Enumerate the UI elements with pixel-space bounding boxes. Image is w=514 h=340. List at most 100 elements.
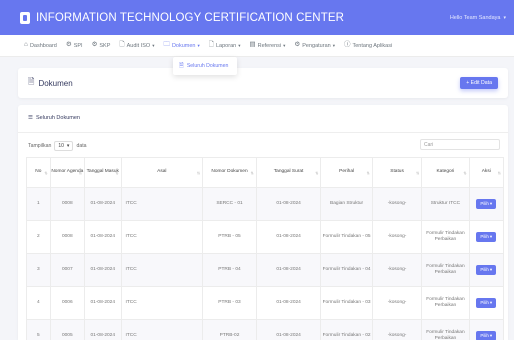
column-header[interactable]: Nomor Agenda ⇅ (49, 157, 86, 188)
cell-kategori: Formulir Tindakan Perbaikan (421, 286, 470, 320)
sort-icon: ⇅ (497, 169, 501, 175)
nav-item-label: SKP (99, 42, 111, 49)
column-header[interactable]: Status ⇅ (371, 157, 423, 188)
column-header[interactable]: Tanggal Surat ⇅ (255, 157, 322, 188)
gear-icon: ⚙ (91, 41, 98, 49)
page-header-card: 🗎 Dokumen + Edit Data (18, 68, 508, 98)
add-data-button[interactable]: + Edit Data (460, 77, 498, 89)
dokumen-dropdown-menu[interactable]: 🗎 Seluruh Dokumen (173, 57, 237, 75)
page-length-control: Tampilkan 10 ▾ data (28, 141, 87, 151)
chevron-down-icon: ▾ (489, 266, 493, 272)
cell-aksi: Pilih ▾ (468, 253, 505, 287)
column-header[interactable]: Nomor Dokumen ⇅ (202, 157, 257, 188)
action-button[interactable]: Pilih ▾ (476, 231, 497, 243)
action-button-label: Pilih (480, 233, 489, 239)
user-greeting: Hello Team Sandaya (449, 14, 501, 21)
cell-dokumen: PTRB - 05 (202, 220, 257, 254)
table-row: 1 0008 01-08-2024 ITCC SERCC - 01 01-08-2024 B… (26, 187, 505, 221)
cell-asal: ITCC (120, 286, 204, 320)
nav-item-skp[interactable]: ⚙ SKP (92, 42, 111, 49)
documents-table: No ⇅ Nomor Agenda ⇅ Tanggal Masuk ⇅ Asal ⇅ Nomor… (26, 157, 505, 340)
chevron-down-icon: ▾ (197, 42, 200, 48)
sort-icon: ⇅ (415, 169, 420, 175)
column-header[interactable]: No ⇅ (26, 157, 51, 188)
cell-no: 1 (26, 187, 51, 221)
action-button[interactable]: Pilih ▾ (476, 198, 497, 210)
table-header-row: No ⇅ Nomor Agenda ⇅ Tanggal Masuk ⇅ Asal ⇅ Nomor… (26, 157, 505, 188)
sort-icon: ⇅ (196, 169, 201, 175)
nav-item-label: Dokumen (171, 42, 196, 49)
app-title: INFORMATION TECHNOLOGY CERTIFICATION CEN… (36, 11, 345, 24)
cell-surat: 01-08-2024 (255, 187, 322, 221)
show-label: Tampilkan (28, 143, 52, 149)
cell-no: 3 (26, 253, 51, 287)
column-header-label: Tanggal Masuk (86, 169, 119, 175)
folder-icon: 🗀 (163, 41, 170, 49)
column-header[interactable]: Perihal ⇅ (320, 157, 373, 188)
nav-item-spi[interactable]: ⚙ SPI (66, 42, 83, 49)
cell-aksi: Pilih ▾ (468, 286, 505, 320)
sort-icon: ⇅ (314, 169, 319, 175)
nav-item-label: Dashboard (29, 42, 57, 49)
page-title: Dokumen (38, 78, 73, 88)
divider (18, 132, 508, 133)
app-logo-icon (20, 11, 30, 24)
cell-masuk: 01-08-2024 (84, 286, 122, 320)
main-nav: ⌂ Dashboard ⚙ SPI ⚙ SKP 🗋 Audit ISO ▾ 🗀 Dokumen ▾ 🗋 L… (0, 35, 514, 57)
cell-kategori: Formulir Tindakan Perbaikan (421, 253, 470, 287)
nav-item-label: Audit ISO (126, 42, 151, 49)
cell-masuk: 01-08-2024 (84, 253, 122, 287)
dropdown-item-seluruh-dokumen[interactable]: Seluruh Dokumen (187, 63, 229, 69)
cell-kategori: Struktur ITCC (421, 187, 470, 221)
chevron-down-icon: ▾ (283, 42, 286, 48)
documents-card: ☰ Seluruh Dokumen Tampilkan 10 ▾ data Ca… (18, 105, 508, 340)
nav-item-audit-iso[interactable]: 🗋 Audit ISO ▾ (119, 42, 154, 49)
info-icon: ⓘ (343, 41, 351, 49)
nav-item-label: Pengaturan (302, 42, 331, 49)
search-input[interactable]: Cari (420, 139, 500, 150)
cell-no: 4 (26, 286, 51, 320)
cell-agenda: 0008 (49, 187, 86, 221)
nav-item-tentang-aplikasi[interactable]: ⓘ Tentang Aplikasi (344, 42, 392, 49)
nav-item-dokumen[interactable]: 🗀 Dokumen ▾ (163, 42, 199, 49)
user-menu[interactable]: Hello Team Sandaya ▾ (450, 15, 506, 21)
action-button-label: Pilih (480, 332, 489, 338)
nav-item-label: Laporan (216, 42, 237, 49)
action-button[interactable]: Pilih ▾ (476, 297, 497, 309)
cell-masuk: 01-08-2024 (84, 319, 122, 340)
column-header[interactable]: Tanggal Masuk ⇅ (84, 157, 122, 188)
sort-icon: ⇅ (115, 169, 119, 175)
column-header-label: No (35, 169, 42, 175)
table-row: 3 0007 01-08-2024 ITCC PTRB - 04 01-08-2024 Fo… (26, 253, 505, 287)
page-length-select[interactable]: 10 ▾ (54, 141, 74, 151)
nav-item-laporan[interactable]: 🗋 Laporan ▾ (209, 42, 241, 49)
column-header[interactable]: Asal ⇅ (120, 157, 204, 188)
chevron-down-icon: ▾ (332, 42, 335, 48)
column-header[interactable]: Kategori ⇅ (421, 157, 470, 188)
chevron-down-icon: ▾ (238, 42, 241, 48)
sort-icon: ⇅ (78, 169, 82, 175)
column-header-label: Perihal (339, 169, 355, 175)
action-button[interactable]: Pilih ▾ (476, 330, 497, 340)
nav-item-label: Referensi (257, 42, 282, 49)
cell-surat: 01-08-2024 (255, 220, 322, 254)
cell-asal: ITCC (120, 187, 204, 221)
entries-label: data (76, 143, 87, 149)
column-header-label: Nomor Dokumen (211, 169, 248, 175)
cell-agenda: 0006 (49, 286, 86, 320)
cell-dokumen: SERCC - 01 (202, 187, 257, 221)
cell-perihal: Formulir Tindakan - 05 (320, 220, 373, 254)
sort-icon: ⇅ (463, 169, 467, 175)
nav-item-dashboard[interactable]: ⌂ Dashboard (24, 42, 57, 49)
action-button[interactable]: Pilih ▾ (476, 264, 497, 276)
column-header[interactable]: Aksi ⇅ (468, 157, 505, 188)
cell-dokumen: PTRB - 04 (202, 253, 257, 287)
column-header-label: Status (390, 169, 404, 175)
table-row: 2 0008 01-08-2024 ITCC PTRB - 05 01-08-2024 Fo… (26, 220, 505, 254)
nav-item-pengaturan[interactable]: ⚙ Pengaturan ▾ (294, 42, 335, 49)
nav-item-referensi[interactable]: ▤ Referensi ▾ (249, 42, 285, 49)
cell-status: -kosong- (371, 286, 423, 320)
cell-agenda: 0007 (49, 253, 86, 287)
cell-kategori: Formulir Tindakan Perbaikan (421, 220, 470, 254)
section-title-label: Seluruh Dokumen (35, 115, 80, 121)
